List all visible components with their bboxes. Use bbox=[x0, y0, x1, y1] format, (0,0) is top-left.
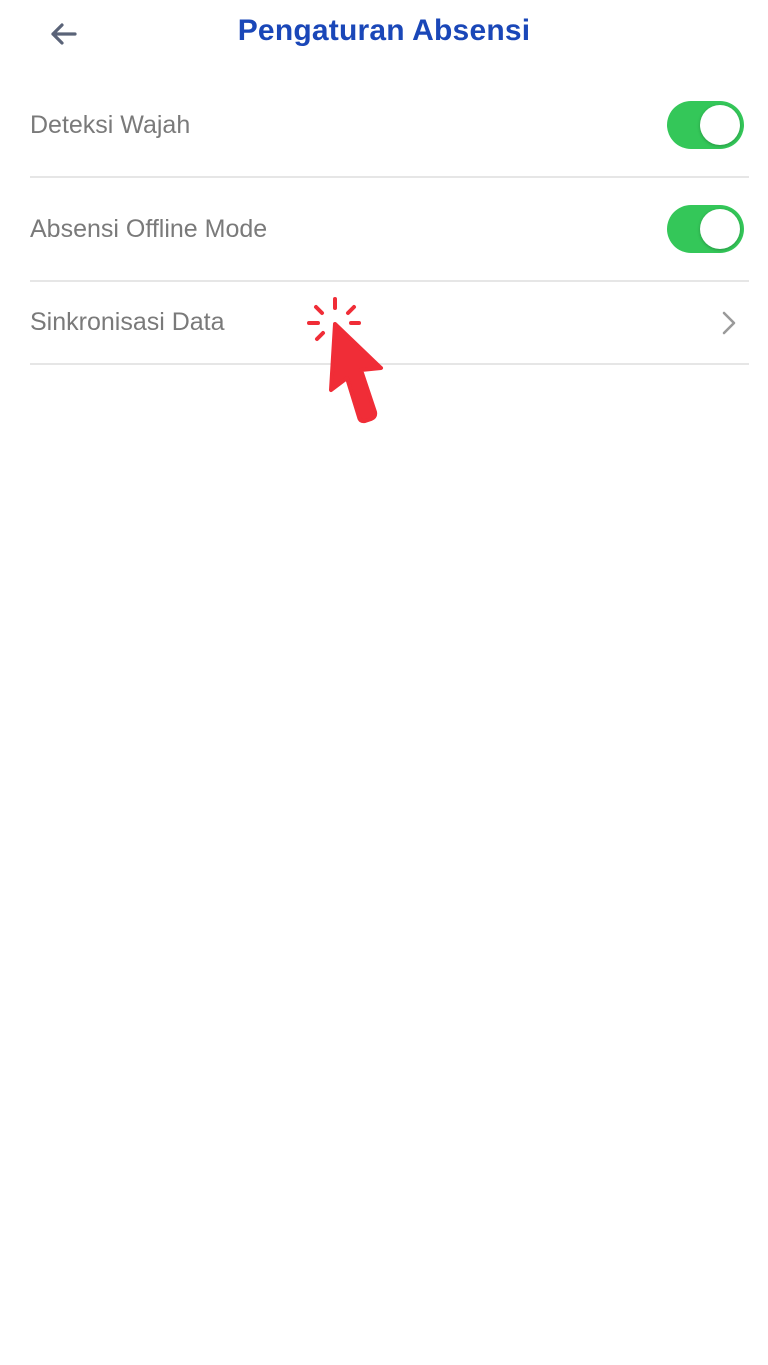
setting-row-offline-mode: Absensi Offline Mode bbox=[30, 178, 749, 282]
setting-row-face-detection: Deteksi Wajah bbox=[30, 74, 749, 178]
page-title: Pengaturan Absensi bbox=[237, 14, 531, 47]
setting-row-sync-data[interactable]: Sinkronisasi Data bbox=[30, 282, 749, 365]
settings-list: Deteksi Wajah Absensi Offline Mode Sinkr… bbox=[30, 74, 749, 365]
face-detection-toggle[interactable] bbox=[667, 101, 744, 149]
toggle-knob bbox=[700, 209, 740, 249]
toggle-knob bbox=[700, 105, 740, 145]
header: Pengaturan Absensi bbox=[0, 0, 768, 68]
setting-label-sync-data: Sinkronisasi Data bbox=[30, 308, 225, 336]
setting-label-offline-mode: Absensi Offline Mode bbox=[30, 214, 268, 243]
offline-mode-toggle[interactable] bbox=[667, 205, 744, 253]
setting-label-face-detection: Deteksi Wajah bbox=[30, 110, 191, 139]
chevron-right-icon bbox=[719, 308, 739, 338]
